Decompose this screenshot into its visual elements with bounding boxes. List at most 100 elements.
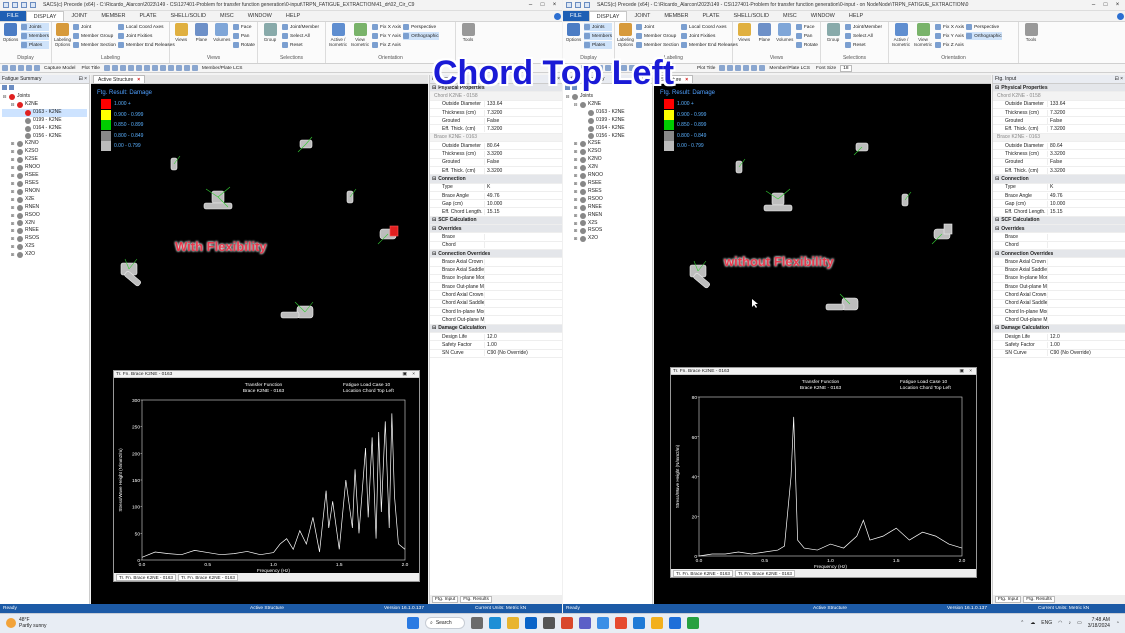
window-controls[interactable]: ▣ ×	[402, 372, 417, 377]
property-section[interactable]: ⊟ Damage Calculation	[430, 324, 562, 333]
tree-item[interactable]: ⊟ Joints	[565, 93, 650, 101]
menu-display[interactable]: DISPLAY	[25, 11, 65, 21]
property-row[interactable]: Brace	[430, 233, 562, 242]
tree-item[interactable]: ⊞ K2SO	[565, 148, 650, 156]
property-value[interactable]: False	[1048, 159, 1125, 165]
open-icon[interactable]	[21, 2, 27, 8]
link-icon[interactable]	[759, 65, 766, 71]
plates-toggle[interactable]: Plates	[21, 41, 49, 49]
views-button[interactable]: Views	[735, 23, 753, 55]
color-icon[interactable]	[151, 65, 158, 71]
expand-toggle-icon[interactable]: ⊞	[573, 172, 578, 180]
property-value[interactable]: 133.64	[485, 101, 562, 107]
group-button[interactable]: Group	[823, 23, 843, 55]
expand-toggle-icon[interactable]: ⊞	[10, 188, 15, 196]
expand-toggle-icon[interactable]: ⊞	[10, 164, 15, 172]
label-member-group[interactable]: Member Group	[73, 32, 116, 40]
property-value[interactable]: 10.000	[485, 201, 562, 207]
volumes-button[interactable]: Volumes	[776, 23, 794, 55]
property-row[interactable]: Eff. Thick. (cm) 7.3200	[993, 125, 1125, 134]
property-value[interactable]: 12.0	[485, 334, 562, 340]
tree-item[interactable]: ⊞ X2O	[2, 251, 87, 259]
property-value[interactable]: 7.3200	[1048, 126, 1125, 132]
menu-member[interactable]: MEMBER	[94, 11, 132, 21]
tree-item[interactable]: ⊞ RSES	[565, 188, 650, 196]
menu-help[interactable]: HELP	[279, 11, 307, 21]
tree-item[interactable]: ⊞ RNEN	[2, 204, 87, 212]
tree-item[interactable]: 0163 - K2NE	[2, 108, 87, 117]
fix-z-axis[interactable]: Fix Z Axis	[372, 41, 401, 49]
label-joint-fixities[interactable]: Joint Fixities	[680, 32, 738, 40]
property-section[interactable]: ⊟ Connection Overrides	[430, 249, 562, 259]
property-section[interactable]: ⊟ Damage Calculation	[993, 324, 1125, 333]
label-local-coord-axes[interactable]: Local Coord Axes	[680, 23, 738, 31]
collapse-icon[interactable]: ⊟	[432, 176, 436, 182]
property-value[interactable]: False	[485, 118, 562, 124]
property-row[interactable]: Thickness (cm) 7.3200	[430, 109, 562, 118]
property-row[interactable]: Thickness (cm) 7.3200	[993, 109, 1125, 118]
plot-tab-2[interactable]: Tr. Fn. Brace K2NE - 0163	[734, 569, 795, 577]
outlook-icon[interactable]	[525, 617, 537, 629]
taskbar-search[interactable]: ⌕ Search	[425, 617, 465, 629]
property-value[interactable]: 3.3200	[485, 151, 562, 157]
property-value[interactable]: K	[485, 184, 562, 190]
property-value[interactable]: 133.64	[1048, 101, 1125, 107]
property-row[interactable]: SN Curve C90 (No Override)	[430, 350, 562, 358]
transfer-function-plot[interactable]: Transfer Function Brace K2NE - 0163 Fatigu…	[114, 378, 419, 574]
notification-icon[interactable]: ◔	[1116, 620, 1119, 626]
property-value[interactable]: 10.000	[1048, 201, 1125, 207]
property-value[interactable]: 12.0	[1048, 334, 1125, 340]
property-row[interactable]: Chord	[993, 242, 1125, 250]
perspective-toggle[interactable]: Perspective	[403, 23, 439, 31]
collapse-icon[interactable]: ⊟	[995, 226, 999, 232]
tree-item[interactable]: ⊞ X2O	[565, 235, 650, 243]
capture-model-button[interactable]: Capture Model	[42, 66, 77, 71]
chevron-up-icon[interactable]: ⌃	[1020, 620, 1024, 626]
property-section[interactable]: ⊟ Connection	[430, 175, 562, 184]
tree-item[interactable]: ⊞ X2S	[565, 220, 650, 228]
expand-toggle-icon[interactable]: ⊞	[10, 180, 15, 188]
property-row[interactable]: Chord In-plane Mome	[430, 308, 562, 317]
property-section[interactable]: ⊟ Overrides	[993, 225, 1125, 234]
select-joint-member[interactable]: Joint/Member	[282, 23, 319, 31]
maximize-icon[interactable]: □	[538, 2, 547, 8]
expand-toggle-icon[interactable]: ⊞	[10, 243, 15, 251]
select-all[interactable]: Select All	[282, 32, 319, 40]
wifi-icon[interactable]: ◠	[1058, 620, 1062, 626]
property-row[interactable]: Design Life 12.0	[993, 333, 1125, 342]
pen-icon[interactable]	[735, 65, 742, 71]
tree-item[interactable]: ⊞ RNOO	[2, 164, 87, 172]
plates-toggle[interactable]: Plates	[584, 41, 612, 49]
expand-toggle-icon[interactable]: ⊞	[573, 220, 578, 228]
expand-toggle-icon[interactable]: ⊞	[573, 227, 578, 235]
tree-item[interactable]: ⊟ Joints	[2, 93, 87, 101]
tree-item[interactable]: ⊞ X2N	[565, 164, 650, 172]
property-row[interactable]: Type K	[993, 184, 1125, 192]
tree-item[interactable]: ⊞ RNEE	[565, 204, 650, 212]
expand-toggle-icon[interactable]: ⊞	[573, 140, 578, 148]
collapse-icon[interactable]: ⊟	[995, 217, 999, 223]
options-button[interactable]: Options	[2, 23, 19, 55]
expand-toggle-icon[interactable]: ⊞	[573, 212, 578, 220]
property-section[interactable]: Brace K2NE - 0163	[993, 133, 1125, 143]
pan-button[interactable]: Pan	[232, 32, 255, 40]
tray-icon[interactable]: ☁	[1030, 620, 1035, 626]
property-value[interactable]: 1.00	[1048, 342, 1125, 348]
property-row[interactable]: Brace In-plane Mome	[993, 275, 1125, 284]
property-row[interactable]: Design Life 12.0	[430, 333, 562, 342]
help-icon[interactable]	[1115, 11, 1125, 21]
minimize-icon[interactable]: –	[1089, 2, 1098, 8]
undo-icon[interactable]	[30, 2, 36, 8]
brush-icon[interactable]	[183, 65, 190, 71]
menu-member[interactable]: MEMBER	[657, 11, 695, 21]
menu-file[interactable]: FILE	[563, 11, 589, 21]
expand-toggle-icon[interactable]: ⊞	[10, 251, 15, 259]
collapse-icon[interactable]	[9, 85, 14, 90]
quick-access-icon[interactable]	[566, 2, 572, 8]
property-section[interactable]: ⊟ Connection	[993, 175, 1125, 184]
close-icon[interactable]: ×	[1113, 2, 1122, 8]
expand-toggle-icon[interactable]: ⊞	[10, 235, 15, 243]
property-value[interactable]: 3.3200	[485, 168, 562, 174]
property-row[interactable]: Brace Out-plane Mor	[430, 283, 562, 292]
tree-item[interactable]: ⊞ X2S	[2, 243, 87, 251]
